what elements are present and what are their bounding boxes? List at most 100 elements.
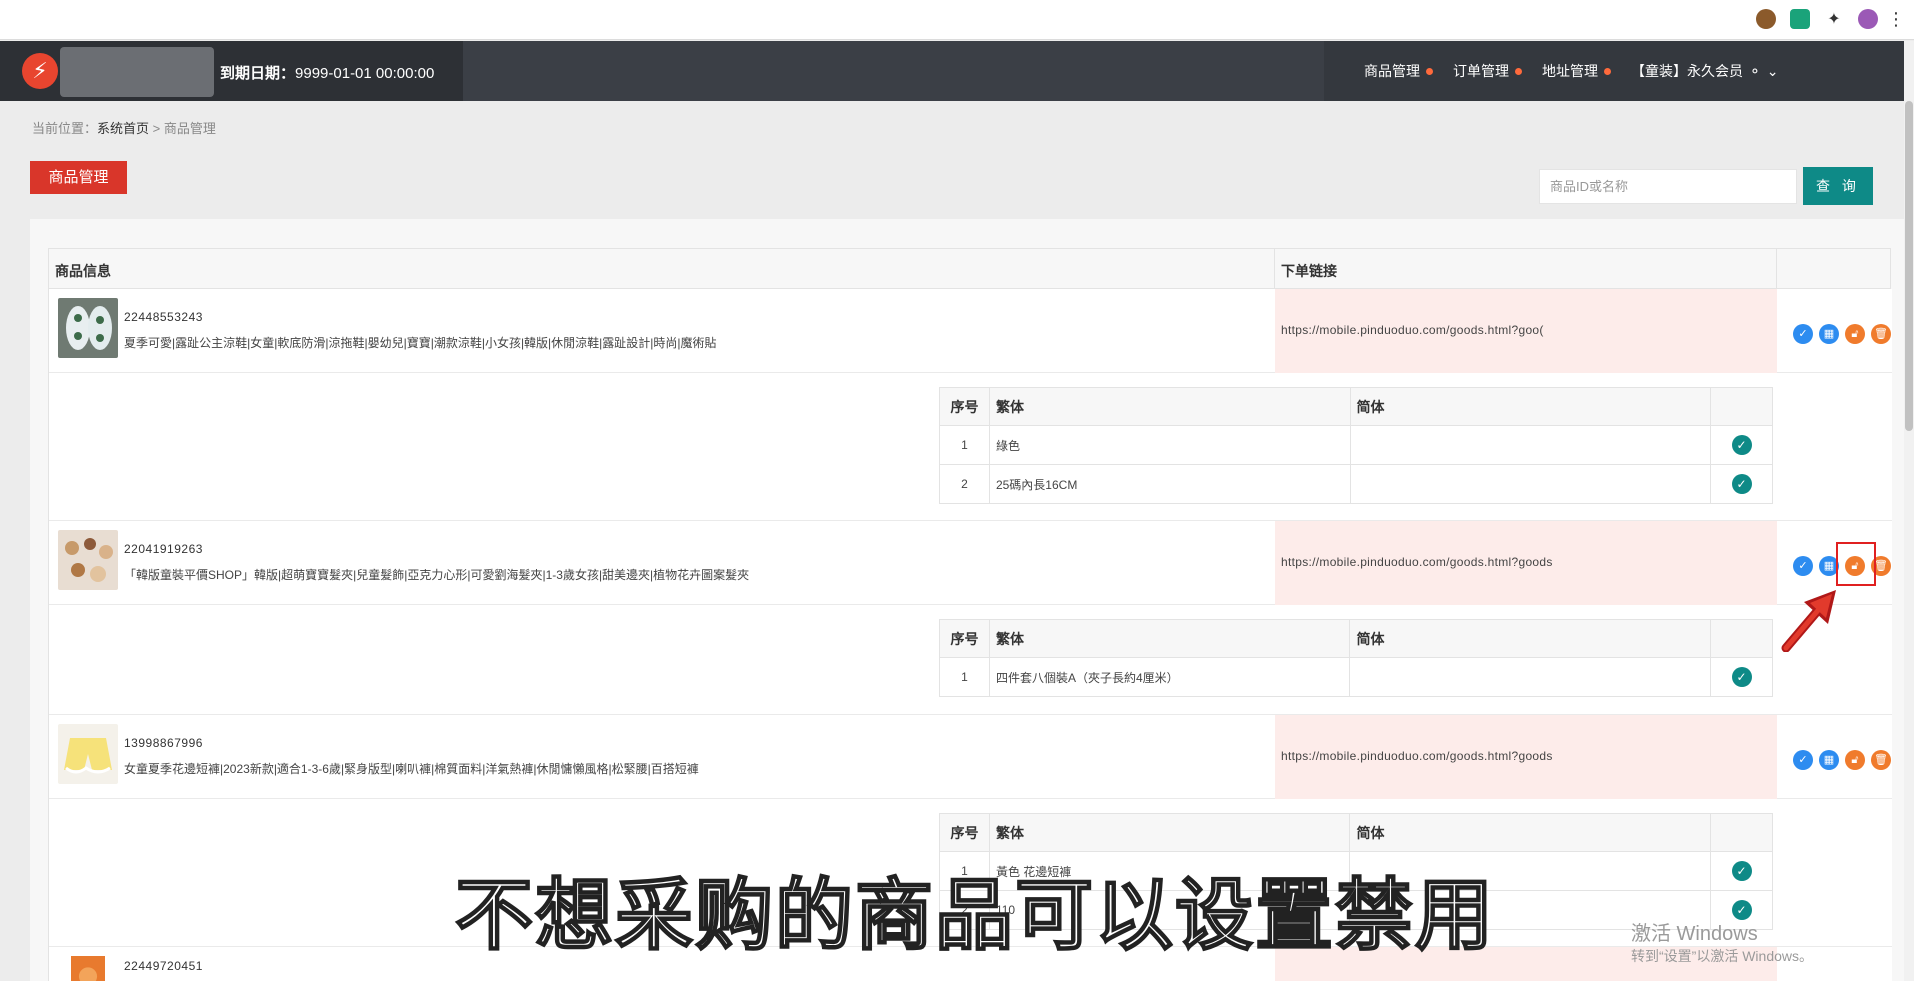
puzzle-icon[interactable]: ✦: [1824, 9, 1844, 29]
nav-order-management[interactable]: 订单管理: [1453, 61, 1522, 81]
notification-dot: [1426, 67, 1433, 75]
header-simplified: 简体: [1349, 619, 1711, 658]
variant-row: 1 四件套八個裝A（夾子長約4厘米） ✓: [939, 657, 1773, 697]
page-title: 商品管理: [30, 161, 127, 194]
table-header: 商品信息 下单链接: [49, 249, 1890, 289]
nav-label: 订单管理: [1453, 63, 1509, 79]
search-button[interactable]: 查 询: [1803, 167, 1873, 205]
order-link[interactable]: https://mobile.pinduoduo.com/goods.html?…: [1275, 289, 1777, 373]
header-product-info: 商品信息: [49, 249, 1275, 288]
grid-icon[interactable]: ▦: [1819, 750, 1839, 770]
variant-section: 序号 繁体 简体 1 綠色 ✓ 2 25碼內長16CM ✓: [49, 373, 1892, 521]
search-input[interactable]: [1539, 169, 1797, 204]
delete-icon[interactable]: 🗑︎: [1871, 324, 1891, 344]
product-thumbnail: [58, 724, 118, 784]
delete-icon[interactable]: 🗑︎: [1871, 750, 1891, 770]
order-link[interactable]: https://mobile.pinduoduo.com/goods.html?…: [1275, 521, 1777, 605]
header-traditional: 繁体: [988, 813, 1351, 852]
check-icon[interactable]: ✓: [1793, 324, 1813, 344]
product-thumbnail: [71, 956, 105, 981]
grid-icon[interactable]: ▦: [1819, 324, 1839, 344]
check-icon[interactable]: ✓: [1793, 750, 1813, 770]
video-subtitle: 不想采购的商品可以设置禁用: [454, 870, 1496, 962]
notification-dot: [1515, 67, 1522, 75]
lock-icon[interactable]: 🔓︎: [1845, 324, 1865, 344]
expiry-date: 到期日期：9999-01-01 00:00:00: [220, 62, 434, 83]
variant-number: 2: [939, 464, 990, 504]
variant-status: ✓: [1710, 425, 1773, 465]
row-actions: ✓ ▦ 🔓︎ 🗑︎: [1793, 324, 1891, 344]
notification-dot: [1604, 67, 1611, 75]
variant-traditional: 綠色: [988, 425, 1351, 465]
product-row: 13998867996 女童夏季花邊短褲|2023新款|適合1-3-6歲|緊身版…: [49, 715, 1892, 799]
lock-icon[interactable]: 🔓︎: [1845, 750, 1865, 770]
top-nav: 商品管理 订单管理 地址管理 【童装】永久会员 ⚬ ⌄: [1324, 41, 1904, 101]
variant-status: ✓: [1710, 851, 1773, 891]
header-traditional: 繁体: [988, 619, 1351, 658]
check-icon[interactable]: ✓: [1793, 556, 1813, 576]
header-status: [1710, 619, 1773, 658]
variant-header-row: 序号 繁体 简体: [939, 619, 1773, 658]
member-label: 【童装】永久会员: [1631, 63, 1743, 79]
check-icon[interactable]: ✓: [1731, 474, 1752, 494]
app-header: ⚡ 到期日期：9999-01-01 00:00:00 商品管理 订单管理 地址管…: [0, 41, 1904, 101]
windows-activation-watermark: 激活 Windows 转到“设置”以激活 Windows。: [1631, 917, 1813, 966]
product-id: 22448553243: [124, 310, 203, 324]
chevron-down-icon: ⌄: [1766, 62, 1779, 79]
header-number: 序号: [939, 619, 990, 658]
variant-table: 序号 繁体 简体 1 四件套八個裝A（夾子長約4厘米） ✓: [939, 619, 1773, 697]
header-status: [1710, 813, 1773, 852]
product-id: 22041919263: [124, 542, 203, 556]
product-thumbnail: [58, 530, 118, 590]
breadcrumb-prefix: 当前位置：: [32, 121, 98, 136]
breadcrumb-separator: >: [152, 121, 161, 136]
variant-header-row: 序号 繁体 简体: [939, 387, 1773, 426]
scroll-thumb[interactable]: [1905, 101, 1913, 431]
variant-table: 序号 繁体 简体 1 綠色 ✓ 2 25碼內長16CM ✓: [939, 387, 1773, 504]
product-title: 夏季可愛|露趾公主涼鞋|女童|軟底防滑|涼拖鞋|嬰幼兒|寶寶|潮款涼鞋|小女孩|…: [124, 336, 717, 350]
breadcrumb-home[interactable]: 系统首页: [97, 121, 149, 136]
variant-number: 1: [939, 425, 990, 465]
profile-avatar[interactable]: [1858, 9, 1878, 29]
product-row: 22041919263 「韓版童裝平價SHOP」韓版|超萌寶寶髮夾|兒童髮飾|亞…: [49, 521, 1892, 605]
product-title: 女童夏季花邊短褲|2023新款|適合1-3-6歲|緊身版型|喇叭褲|棉質面料|洋…: [124, 762, 699, 776]
row-actions: ✓ ▦ 🔓︎ 🗑︎: [1793, 750, 1891, 770]
nav-label: 商品管理: [1364, 63, 1420, 79]
watermark-line1: 激活 Windows: [1631, 923, 1758, 945]
order-link[interactable]: https://mobile.pinduoduo.com/goods.html?…: [1275, 715, 1777, 799]
header-simplified: 简体: [1349, 813, 1712, 852]
logo-icon: ⚡: [22, 53, 58, 89]
browser-toolbar: ✦ ⋮: [0, 0, 1914, 242]
variant-simplified[interactable]: [1349, 464, 1712, 504]
header-number: 序号: [939, 387, 990, 426]
cookie-icon[interactable]: [1756, 9, 1776, 29]
check-icon[interactable]: ✓: [1731, 861, 1752, 881]
user-icon: ⚬: [1749, 62, 1761, 79]
variant-traditional: 四件套八個裝A（夾子長約4厘米）: [988, 657, 1351, 697]
highlight-box: [1836, 542, 1876, 586]
watermark-line2: 转到“设置”以激活 Windows。: [1631, 948, 1814, 964]
header-number: 序号: [939, 813, 990, 852]
menu-dots-icon[interactable]: ⋮: [1887, 9, 1905, 29]
expiry-label: 到期日期：: [220, 65, 296, 82]
header-left: ⚡ 到期日期：9999-01-01 00:00:00: [0, 41, 463, 101]
check-icon[interactable]: ✓: [1731, 667, 1752, 687]
member-menu[interactable]: 【童装】永久会员 ⚬ ⌄: [1631, 61, 1778, 81]
nav-product-management[interactable]: 商品管理: [1364, 61, 1433, 81]
variant-status: ✓: [1710, 464, 1773, 504]
variant-traditional: 25碼內長16CM: [988, 464, 1351, 504]
variant-section: 序号 繁体 简体 1 四件套八個裝A（夾子長約4厘米） ✓: [49, 605, 1892, 715]
extension-icon[interactable]: [1790, 9, 1810, 29]
product-thumbnail: [58, 298, 118, 358]
nav-address-management[interactable]: 地址管理: [1542, 61, 1611, 81]
variant-simplified[interactable]: [1349, 657, 1711, 697]
product-id: 13998867996: [124, 736, 203, 750]
product-title: 「韓版童裝平價SHOP」韓版|超萌寶寶髮夾|兒童髮飾|亞克力心形|可愛劉海髮夾|…: [124, 568, 750, 582]
product-row: 22448553243 夏季可愛|露趾公主涼鞋|女童|軟底防滑|涼拖鞋|嬰幼兒|…: [49, 289, 1892, 373]
variant-simplified[interactable]: [1349, 425, 1712, 465]
variant-number: 1: [939, 657, 990, 697]
variant-row: 1 綠色 ✓: [939, 425, 1773, 465]
scrollbar[interactable]: [1904, 41, 1914, 981]
check-icon[interactable]: ✓: [1731, 435, 1752, 455]
annotation-arrow: [1781, 590, 1836, 652]
